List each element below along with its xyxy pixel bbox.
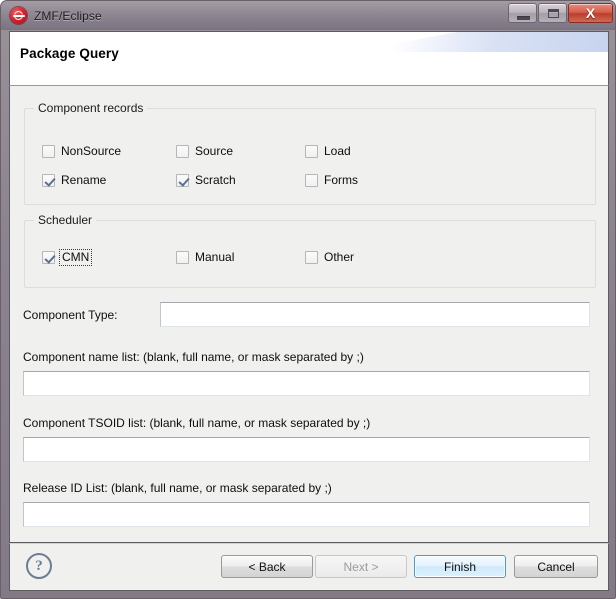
checkbox-box-scratch [176,174,189,187]
wizard-header: Package Query [9,31,609,85]
checkbox-label-source: Source [195,144,234,158]
checkbox-box-other [305,251,318,264]
checkbox-label-other: Other [324,250,355,264]
back-button-label: < Back [248,559,286,574]
checkbox-box-source [176,145,189,158]
checkbox-label-manual: Manual [195,250,235,264]
checkbox-nonsource[interactable]: NonSource [42,145,121,158]
finish-button-label: Finish [443,559,476,574]
input-component-tsoid-list[interactable] [23,437,590,462]
checkbox-box-manual [176,251,189,264]
close-button[interactable]: X [568,3,613,23]
minimize-button[interactable] [508,3,537,23]
checkbox-box-cmn [42,251,55,264]
window-title: ZMF/Eclipse [34,8,102,23]
header-decoration [348,32,608,52]
checkbox-box-load [305,145,318,158]
checkbox-forms[interactable]: Forms [305,174,358,187]
group-scheduler: Scheduler CMN Manual Other [24,213,596,288]
button-bar: ? < Back Next > Finish Cancel [9,543,609,591]
label-component-tsoid-list: Component TSOID list: (blank, full name,… [23,416,371,430]
checkbox-load[interactable]: Load [305,145,351,158]
cancel-button-label: Cancel [537,559,575,574]
checkbox-label-rename: Rename [61,173,107,187]
wizard-body: Component records NonSource Source Load … [9,85,609,543]
cancel-button[interactable]: Cancel [514,555,598,578]
window-controls: X [508,3,613,23]
group-component-records: Component records NonSource Source Load … [24,101,596,205]
next-button[interactable]: Next > [315,555,407,578]
input-component-name-list[interactable] [23,371,590,396]
checkbox-box-forms [305,174,318,187]
checkbox-label-scratch: Scratch [195,173,236,187]
finish-button[interactable]: Finish [414,555,506,578]
checkbox-other[interactable]: Other [305,251,354,264]
zmf-logo-icon [10,7,27,24]
checkbox-label-forms: Forms [324,173,358,187]
maximize-button[interactable] [538,3,567,23]
page-title: Package Query [20,46,119,61]
title-bar[interactable]: ZMF/Eclipse X [1,1,615,30]
checkbox-label-load: Load [324,144,351,158]
label-release-id-list: Release ID List: (blank, full name, or m… [23,481,332,495]
checkbox-box-nonsource [42,145,55,158]
close-icon: X [585,5,596,21]
input-release-id-list[interactable] [23,502,590,527]
group-title-scheduler: Scheduler [34,213,97,227]
checkbox-box-rename [42,174,55,187]
label-component-type: Component Type: [23,308,118,322]
checkbox-rename[interactable]: Rename [42,174,106,187]
next-button-label: Next > [343,559,379,574]
dialog-window: ZMF/Eclipse X Package Query Component re… [0,0,616,599]
checkbox-label-cmn: CMN [58,249,93,266]
maximize-icon [548,9,559,18]
checkbox-scratch[interactable]: Scratch [176,174,236,187]
checkbox-cmn[interactable]: CMN [42,249,93,266]
help-icon[interactable]: ? [26,553,52,579]
back-button[interactable]: < Back [221,555,313,578]
input-component-type[interactable] [160,302,590,327]
minimize-icon [517,16,530,20]
checkbox-manual[interactable]: Manual [176,251,234,264]
checkbox-source[interactable]: Source [176,145,233,158]
label-component-name-list: Component name list: (blank, full name, … [23,350,364,364]
checkbox-label-nonsource: NonSource [61,144,122,158]
group-title-component-records: Component records [34,101,148,115]
